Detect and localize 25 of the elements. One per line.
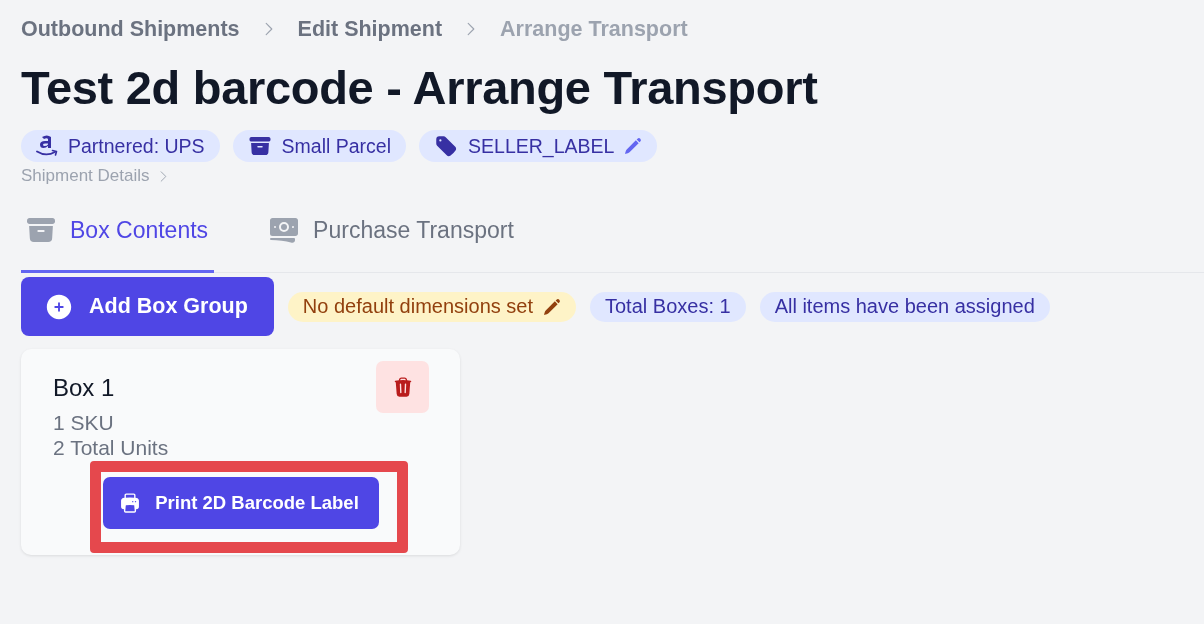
- print-label-button[interactable]: Print 2D Barcode Label: [103, 477, 379, 529]
- tag-label: Small Parcel: [281, 134, 392, 158]
- pencil-icon[interactable]: [624, 137, 643, 155]
- tab[interactable]: Box Contents: [21, 200, 215, 273]
- status-label: No default dimensions set: [302, 295, 533, 318]
- box-summary-line: 1 SKU: [53, 410, 114, 435]
- tag-label: Partnered: UPS: [68, 134, 205, 158]
- tag-label: SELLER_LABEL: [468, 134, 615, 158]
- printer-icon: [119, 492, 142, 514]
- tab[interactable]: Purchase Transport: [264, 200, 520, 273]
- breadcrumb-link[interactable]: Edit Shipment: [297, 16, 443, 42]
- page-title: Test 2d barcode - Arrange Transport: [21, 62, 818, 114]
- delete-button[interactable]: [376, 361, 429, 413]
- box-name: Box 1: [53, 374, 115, 402]
- status-label: All items have been assigned: [774, 295, 1035, 318]
- archive-box-icon: [247, 134, 272, 158]
- breadcrumb-link[interactable]: Arrange Transport: [500, 16, 688, 42]
- add-box-group-button[interactable]: Add Box Group: [21, 277, 274, 336]
- status-label: Total Boxes: 1: [605, 295, 731, 318]
- breadcrumb-link[interactable]: Outbound Shipments: [21, 16, 240, 42]
- pencil-icon[interactable]: [543, 297, 561, 316]
- tag-icon: [434, 134, 459, 158]
- shipment-details-link[interactable]: Shipment Details: [21, 166, 171, 186]
- smile-logo-icon: [36, 134, 58, 158]
- box-summary-line: 2 Total Units: [53, 435, 169, 460]
